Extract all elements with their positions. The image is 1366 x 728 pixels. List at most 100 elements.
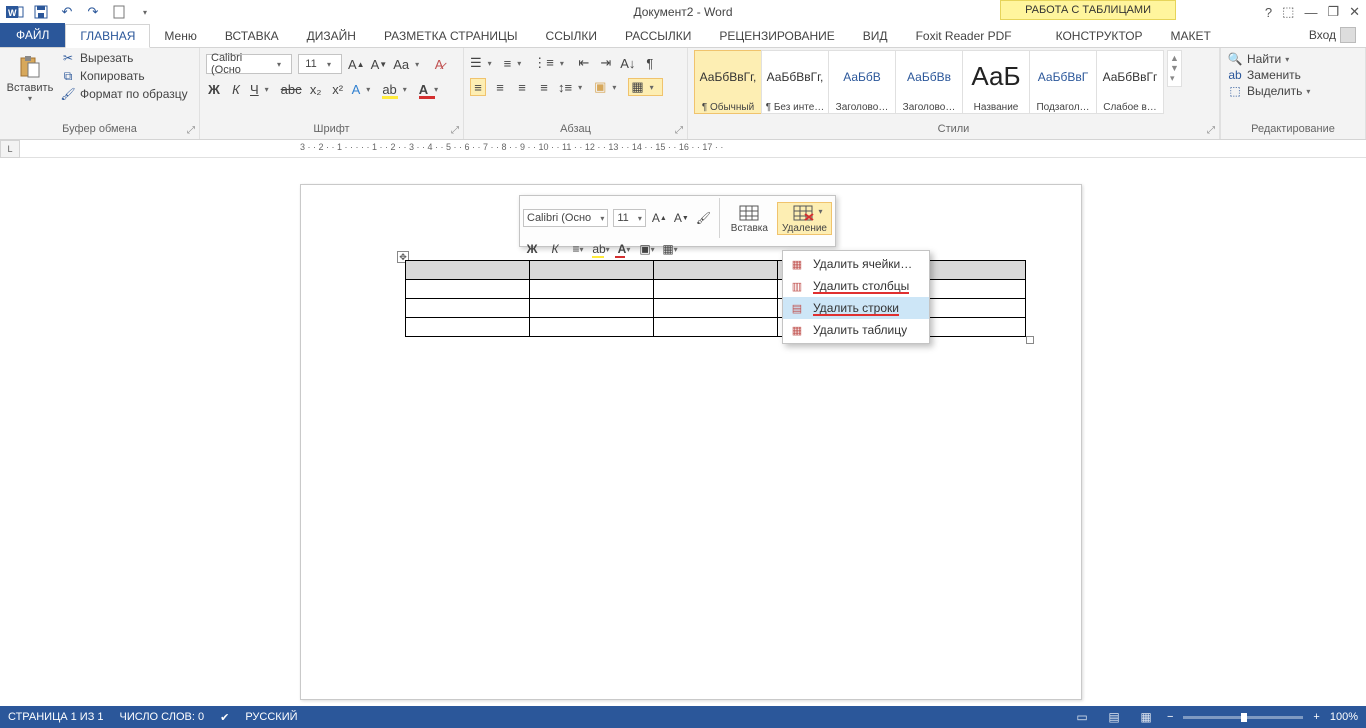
line-spacing-icon[interactable]: ↕≡▾ [558, 78, 588, 96]
table-row[interactable] [406, 318, 1026, 337]
format-painter-button[interactable]: 🖌Формат по образцу [58, 86, 190, 102]
launcher-icon[interactable]: ⤢ [451, 125, 459, 136]
qat-dropdown-icon[interactable]: ▾ [134, 2, 156, 22]
font-size-combo[interactable]: 11▾ [298, 54, 342, 74]
styles-gallery[interactable]: АаБбВвГг,¶ ОбычныйАаБбВвГг,¶ Без инте…Аа… [694, 50, 1163, 114]
status-page[interactable]: СТРАНИЦА 1 ИЗ 1 [8, 711, 104, 723]
menu-delete-table[interactable]: ▦ Удалить таблицу [783, 319, 929, 341]
zoom-out-icon[interactable]: − [1167, 711, 1173, 723]
zoom-level[interactable]: 100% [1330, 711, 1358, 723]
style-item[interactable]: АаБНазвание [962, 50, 1030, 114]
italic-icon[interactable]: К [228, 80, 244, 98]
tab-home[interactable]: ГЛАВНАЯ [65, 24, 150, 48]
mini-align-icon[interactable]: ≡▾ [569, 240, 587, 258]
menu-delete-columns[interactable]: ▥ Удалить столбцы [783, 275, 929, 297]
help-icon[interactable]: ? [1265, 5, 1272, 20]
minimize-icon[interactable]: — [1304, 5, 1317, 20]
vertical-ruler[interactable] [0, 158, 20, 706]
gallery-more-icon[interactable]: ▾ [1170, 73, 1179, 84]
launcher-icon[interactable]: ⤢ [675, 125, 683, 136]
show-marks-icon[interactable]: ¶ [642, 54, 658, 72]
tab-table-constructor[interactable]: КОНСТРУКТОР [1042, 25, 1157, 47]
horizontal-ruler[interactable]: 3 · · 2 · · 1 · · · · · 1 · · 2 · · 3 · … [20, 140, 1366, 158]
underline-icon[interactable]: Ч▾ [250, 80, 275, 98]
table-row[interactable] [406, 261, 1026, 280]
style-item[interactable]: АаБбВвГг,¶ Без инте… [761, 50, 829, 114]
mini-borders-icon[interactable]: ▦▾ [661, 240, 679, 258]
mini-font-color-icon[interactable]: A▾ [615, 240, 633, 258]
tab-design[interactable]: ДИЗАЙН [293, 25, 370, 47]
table-row[interactable] [406, 280, 1026, 299]
style-item[interactable]: АаБбВвГгСлабое в… [1096, 50, 1164, 114]
mini-font-combo[interactable]: Calibri (Осно▾ [523, 209, 608, 227]
table-resize-handle[interactable] [1026, 336, 1034, 344]
gallery-up-icon[interactable]: ▲ [1170, 53, 1179, 63]
launcher-icon[interactable]: ⤢ [187, 125, 195, 136]
mini-insert-button[interactable]: Вставка [727, 203, 772, 234]
gallery-down-icon[interactable]: ▼ [1170, 63, 1179, 73]
tab-view[interactable]: ВИД [849, 25, 902, 47]
tab-references[interactable]: ССЫЛКИ [532, 25, 611, 47]
mini-bold-icon[interactable]: Ж [523, 240, 541, 258]
tab-page-layout[interactable]: РАЗМЕТКА СТРАНИЦЫ [370, 25, 532, 47]
justify-icon[interactable]: ≡ [536, 78, 552, 96]
numbering-icon[interactable]: ≡▾ [504, 54, 528, 72]
ribbon-display-icon[interactable]: ⬚ [1282, 4, 1294, 20]
view-read-icon[interactable]: ▭ [1071, 709, 1093, 725]
copy-button[interactable]: ⧉Копировать [58, 68, 190, 84]
restore-icon[interactable]: ❐ [1327, 4, 1339, 20]
cut-button[interactable]: ✂Вырезать [58, 50, 190, 66]
style-item[interactable]: АаБбВвЗаголово… [895, 50, 963, 114]
shading-icon[interactable]: ▣▾ [594, 78, 622, 96]
view-print-icon[interactable]: ▤ [1103, 709, 1125, 725]
mini-shrink-font-icon[interactable]: A▼ [673, 209, 690, 227]
tab-file[interactable]: ФАЙЛ [0, 23, 65, 47]
style-item[interactable]: АаБбВвГг,¶ Обычный [694, 50, 762, 114]
grow-font-icon[interactable]: A▲ [348, 55, 365, 73]
document-table[interactable] [405, 260, 1026, 337]
multilevel-icon[interactable]: ⋮≡▾ [533, 54, 570, 72]
save-icon[interactable] [30, 2, 52, 22]
text-effects-icon[interactable]: A▾ [352, 80, 377, 98]
align-right-icon[interactable]: ≡ [514, 78, 530, 96]
mini-format-painter-icon[interactable]: 🖌 [695, 209, 712, 227]
decrease-indent-icon[interactable]: ⇤ [576, 54, 592, 72]
bullets-icon[interactable]: ☰▾ [470, 54, 498, 72]
find-button[interactable]: 🔍Найти ▾ [1227, 52, 1310, 66]
tab-mailings[interactable]: РАССЫЛКИ [611, 25, 705, 47]
highlight-icon[interactable]: ab▾ [382, 80, 412, 98]
close-icon[interactable]: ✕ [1349, 4, 1360, 20]
style-item[interactable]: АаБбВвГПодзагол… [1029, 50, 1097, 114]
font-color-icon[interactable]: A▾ [419, 80, 444, 98]
status-word-count[interactable]: ЧИСЛО СЛОВ: 0 [120, 711, 205, 723]
style-item[interactable]: АаБбВЗаголово… [828, 50, 896, 114]
launcher-icon[interactable]: ⤢ [1207, 125, 1215, 136]
mini-grow-font-icon[interactable]: A▲ [651, 209, 668, 227]
tab-menu[interactable]: Меню [150, 25, 210, 47]
strikethrough-icon[interactable]: abc [281, 80, 302, 98]
font-name-combo[interactable]: Calibri (Осно▾ [206, 54, 292, 74]
menu-delete-cells[interactable]: ▦ Удалить ячейки… [783, 253, 929, 275]
redo-icon[interactable]: ↷ [82, 2, 104, 22]
clear-format-icon[interactable]: A̷ [431, 55, 447, 73]
superscript-icon[interactable]: x² [330, 80, 346, 98]
table-row[interactable] [406, 299, 1026, 318]
new-doc-icon[interactable] [108, 2, 130, 22]
zoom-slider[interactable] [1183, 716, 1303, 719]
mini-delete-button[interactable]: ▾ Удаление [777, 202, 832, 235]
mini-size-combo[interactable]: 11▾ [613, 209, 646, 227]
tab-review[interactable]: РЕЦЕНЗИРОВАНИЕ [705, 25, 848, 47]
borders-icon[interactable]: ▦▾ [628, 78, 662, 96]
mini-italic-icon[interactable]: К [546, 240, 564, 258]
bold-icon[interactable]: Ж [206, 80, 222, 98]
tab-foxit[interactable]: Foxit Reader PDF [902, 25, 1026, 47]
view-web-icon[interactable]: ▦ [1135, 709, 1157, 725]
align-left-icon[interactable]: ≡ [470, 78, 486, 96]
ruler-corner[interactable]: L [0, 140, 20, 158]
paste-button[interactable]: Вставить▾ [6, 50, 54, 103]
zoom-in-icon[interactable]: + [1313, 711, 1319, 723]
mini-shading-icon[interactable]: ▣▾ [638, 240, 656, 258]
increase-indent-icon[interactable]: ⇥ [598, 54, 614, 72]
tab-table-layout[interactable]: МАКЕТ [1157, 25, 1225, 47]
select-button[interactable]: ⬚Выделить▾ [1227, 84, 1310, 98]
